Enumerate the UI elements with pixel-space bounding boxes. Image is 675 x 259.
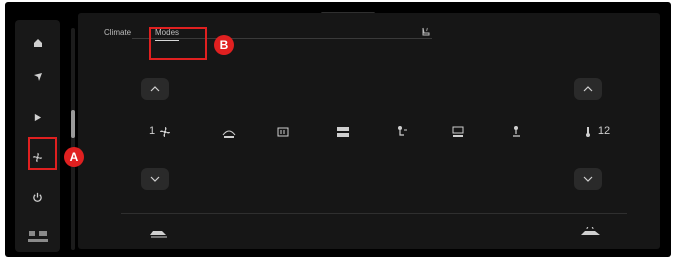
- play-icon: [34, 113, 42, 121]
- brand-logo-icon: [27, 231, 48, 242]
- air-face-floor-icon: [452, 126, 464, 137]
- tab-climate[interactable]: Climate: [104, 25, 131, 41]
- air-intake-button[interactable]: [145, 224, 173, 242]
- mode-air-floor[interactable]: [328, 120, 358, 144]
- seat-heat-icon: [422, 27, 430, 36]
- sidebar-item-power[interactable]: [15, 182, 60, 212]
- navigation-arrow-icon: [33, 73, 42, 81]
- power-icon: [33, 192, 42, 202]
- sidebar-item-media[interactable]: [15, 102, 60, 132]
- tab-seat-heat[interactable]: [420, 25, 432, 43]
- temperature-down-button[interactable]: [574, 168, 602, 190]
- fan-speed-up-button[interactable]: [141, 78, 169, 100]
- sidebar-item-navigation[interactable]: [15, 62, 60, 92]
- fan-speed-down-button[interactable]: [141, 168, 169, 190]
- mode-max-defrost[interactable]: [214, 120, 244, 144]
- callout-b-badge: B: [214, 35, 234, 55]
- fan-speed-readout: 1: [141, 120, 179, 144]
- air-face-icon: [398, 126, 407, 136]
- callout-b-highlight: [149, 27, 207, 60]
- mode-air-face[interactable]: [389, 120, 415, 144]
- recirculation-icon: [513, 126, 520, 137]
- temperature-readout: 12: [576, 120, 616, 144]
- fan-speed-value: 1: [148, 125, 156, 138]
- mode-rear-defrost[interactable]: [270, 120, 296, 144]
- callout-a-badge: A: [64, 147, 84, 167]
- temperature-value: 12: [597, 125, 611, 138]
- home-icon: [33, 39, 42, 47]
- thermometer-icon: [585, 127, 590, 137]
- chevron-down-icon: [150, 176, 160, 182]
- scrollbar-thumb[interactable]: [71, 110, 75, 138]
- mode-recirculation[interactable]: [504, 120, 530, 144]
- mode-air-face-floor[interactable]: [443, 120, 473, 144]
- recirculation-mode-button[interactable]: [574, 224, 608, 242]
- chevron-down-icon: [583, 176, 593, 182]
- defrost-max-icon: [222, 130, 236, 138]
- sidebar-scrollbar[interactable]: [71, 28, 75, 250]
- chevron-up-icon: [583, 86, 593, 92]
- air-floor-icon: [337, 127, 349, 137]
- rear-defrost-icon: [277, 127, 289, 137]
- car-recirculation-icon: [581, 227, 600, 235]
- callout-a-highlight: [28, 137, 57, 170]
- brand-logo: [19, 225, 56, 249]
- temperature-up-button[interactable]: [574, 78, 602, 100]
- sidebar-item-home[interactable]: [15, 28, 60, 58]
- car-air-intake-icon: [150, 231, 167, 238]
- fan-icon: [160, 127, 171, 137]
- chevron-up-icon: [150, 86, 160, 92]
- sidebar: [15, 20, 60, 252]
- bottom-divider: [121, 213, 627, 214]
